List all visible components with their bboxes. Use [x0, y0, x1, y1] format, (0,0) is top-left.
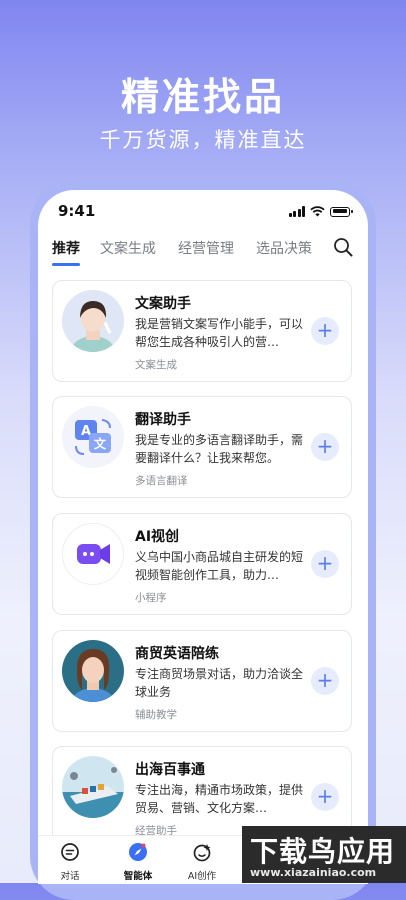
tab-recommend[interactable]: 推荐 — [52, 238, 80, 258]
search-icon[interactable] — [332, 236, 354, 258]
card-title: 商贸英语陪练 — [135, 646, 219, 662]
battery-icon — [330, 206, 353, 217]
card-title: 翻译助手 — [135, 412, 191, 428]
card-description: 专注出海，精通市场政策，提供贸易、营销、文化方案… — [135, 783, 304, 815]
business-english-avatar — [62, 640, 124, 702]
add-button[interactable]: + — [311, 317, 339, 345]
add-button[interactable]: + — [311, 783, 339, 811]
status-icons — [288, 206, 353, 217]
card-tag: 文案生成 — [135, 359, 177, 371]
phone-screen: 9:41 推荐 文案生成 经营管理 选品决策 文案助手 我是营销文案写作小能手，… — [38, 190, 368, 883]
hero-title: 精准找品 — [120, 75, 285, 119]
site-watermark: 下载鸟应用 www.xiazainiao.com — [242, 826, 406, 883]
tab-copywriting[interactable]: 文案生成 — [100, 238, 156, 258]
compass-icon — [129, 843, 147, 861]
card-tag: 辅助教学 — [135, 709, 177, 721]
agent-card-ai-video[interactable]: AI视创 义乌中国小商品城自主研发的短视频智能创作工具，助力… 小程序 + — [52, 513, 352, 615]
agent-card-business-english[interactable]: 商贸英语陪练 专注商贸场景对话，助力洽谈全球业务 辅助教学 + — [52, 630, 352, 732]
hero-subtitle: 千万货源，精准直达 — [99, 128, 307, 152]
watermark-url: www.xiazainiao.com — [250, 866, 377, 879]
nav-label: 对话 — [60, 871, 80, 882]
agent-card-copywriting[interactable]: 文案助手 我是营销文案写作小能手，可以帮您生成各种吸引人的营… 文案生成 + — [52, 280, 352, 382]
ai-create-icon — [193, 844, 211, 862]
add-button[interactable]: + — [311, 667, 339, 695]
status-bar: 9:41 — [58, 202, 353, 224]
watermark-text: 下载鸟应用 — [250, 835, 396, 868]
nav-label: AI创作 — [187, 871, 217, 882]
nav-agents[interactable]: 智能体 — [108, 842, 168, 882]
chat-icon — [61, 843, 79, 861]
card-description: 我是专业的多语言翻译助手，需要翻译什么？让我来帮您。 — [135, 433, 304, 465]
active-tab-indicator — [52, 263, 80, 266]
card-description: 专注商贸场景对话，助力洽谈全球业务 — [135, 667, 304, 699]
overseas-assistant-avatar — [62, 756, 124, 818]
status-time: 9:41 — [58, 202, 96, 220]
agent-card-translation[interactable]: A 文 翻译助手 我是专业的多语言翻译助手，需要翻译什么？让我来帮您。 多语言翻… — [52, 396, 352, 498]
add-button[interactable]: + — [311, 550, 339, 578]
tab-business-management[interactable]: 经营管理 — [178, 238, 234, 258]
copywriting-assistant-avatar — [62, 290, 124, 352]
nav-chat[interactable]: 对话 — [40, 842, 100, 882]
card-tag: 小程序 — [135, 592, 167, 604]
card-title: 出海百事通 — [135, 762, 205, 778]
add-button[interactable]: + — [311, 433, 339, 461]
svg-text:文: 文 — [94, 436, 107, 451]
signal-icon — [288, 206, 305, 217]
tab-product-decision[interactable]: 选品决策 — [256, 238, 312, 258]
nav-label: 智能体 — [123, 871, 153, 882]
card-tag: 多语言翻译 — [135, 475, 188, 487]
card-description: 我是营销文案写作小能手，可以帮您生成各种吸引人的营… — [135, 317, 304, 349]
card-description: 义乌中国小商品城自主研发的短视频智能创作工具，助力… — [135, 550, 304, 582]
nav-ai-create[interactable]: AI创作 — [172, 842, 232, 882]
card-title: AI视创 — [135, 529, 180, 545]
wifi-icon — [310, 206, 325, 217]
card-title: 文案助手 — [135, 296, 191, 312]
ai-video-avatar — [62, 523, 124, 585]
translation-assistant-avatar: A 文 — [62, 406, 124, 468]
category-tabs: 推荐 文案生成 经营管理 选品决策 — [52, 238, 354, 268]
